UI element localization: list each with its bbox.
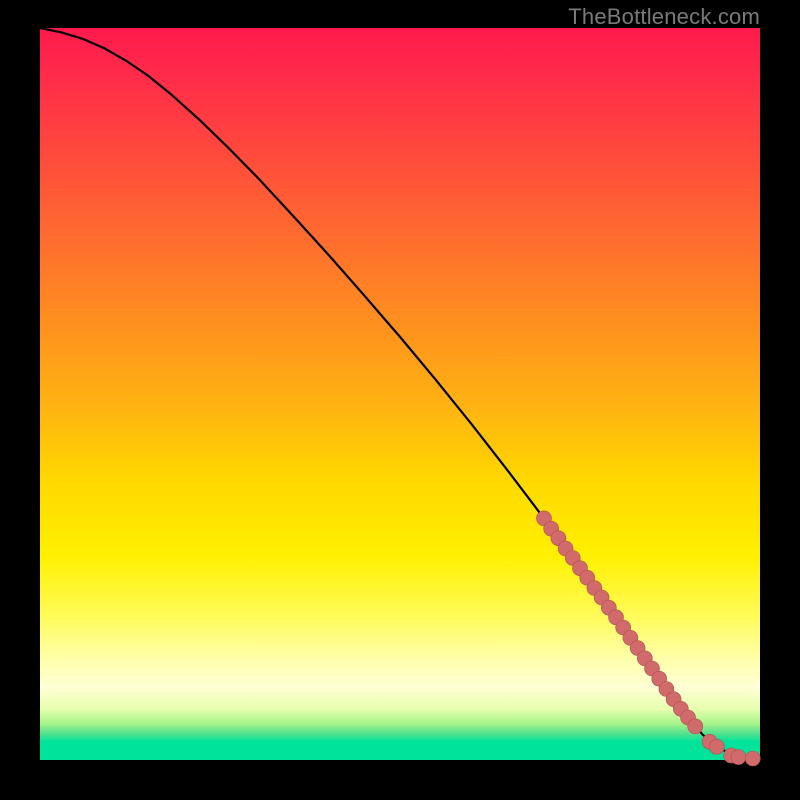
- plot-area: [40, 28, 760, 760]
- watermark-text: TheBottleneck.com: [568, 4, 760, 30]
- data-point: [709, 739, 724, 754]
- bottleneck-curve: [40, 28, 760, 759]
- chart-stage: TheBottleneck.com: [0, 0, 800, 800]
- scatter-points: [537, 511, 761, 766]
- data-point: [745, 751, 760, 766]
- data-point: [688, 719, 703, 734]
- data-point: [731, 750, 746, 765]
- chart-overlay: [40, 28, 760, 760]
